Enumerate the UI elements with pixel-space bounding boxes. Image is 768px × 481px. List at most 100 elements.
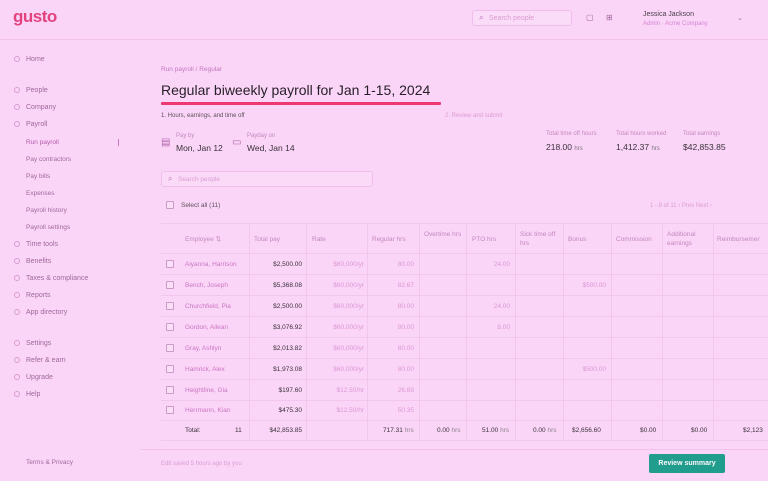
employee-name[interactable]: Gray, Ashlyn — [185, 345, 221, 352]
search-icon: ⌕ — [168, 174, 173, 183]
user-name[interactable]: Jessica Jackson — [643, 11, 694, 18]
bonus-input[interactable]: $500.00 — [566, 282, 607, 289]
sidebar-item-refer[interactable]: Refer & earn — [14, 357, 66, 364]
sidebar-item-payroll[interactable]: Payroll — [14, 121, 47, 128]
row-checkbox[interactable] — [166, 406, 174, 414]
table-border — [161, 223, 768, 224]
row-checkbox[interactable] — [166, 344, 174, 352]
col-pto-hrs: PTO hrs — [472, 236, 497, 243]
row-checkbox[interactable] — [166, 323, 174, 331]
review-summary-button[interactable]: Review summary — [649, 454, 725, 473]
sidebar-item-taxes[interactable]: Taxes & compliance — [14, 275, 88, 282]
employee-name[interactable]: Bench, Joseph — [185, 282, 228, 289]
totals-reimbursement: $2,123 — [743, 427, 763, 434]
sidebar-item-people[interactable]: People — [14, 87, 48, 94]
row-checkbox[interactable] — [166, 302, 174, 310]
chevron-down-icon[interactable]: ⌄ — [737, 14, 743, 22]
totals-pto: 51.00 hrs — [482, 427, 510, 434]
table-border — [161, 253, 768, 254]
totals-overtime: 0.00 hrs — [437, 427, 461, 434]
totals-bonus: $2,656.60 — [572, 427, 601, 434]
col-sick-hrs: Sick time off hrs — [520, 231, 556, 247]
sidebar-item-reports[interactable]: Reports — [14, 292, 51, 299]
col-reimbursement: Reimbursemer — [717, 236, 760, 243]
totals-commission: $0.00 — [640, 427, 657, 434]
payroll-icon — [14, 121, 20, 127]
home-icon — [14, 56, 20, 62]
breadcrumb[interactable]: Run payroll / Regular — [161, 66, 222, 73]
table-border — [161, 420, 768, 421]
upgrade-icon — [14, 374, 20, 380]
sidebar-item-company[interactable]: Company — [14, 104, 56, 111]
sidebar-item-payroll-settings[interactable]: Payroll settings — [26, 224, 70, 231]
employee-name[interactable]: Gordon, Ailean — [185, 324, 228, 331]
sidebar-item-upgrade[interactable]: Upgrade — [14, 374, 53, 381]
save-status: Edit saved 5 hours ago by you — [161, 461, 242, 467]
sidebar-item-home[interactable]: Home — [14, 56, 45, 63]
row-checkbox[interactable] — [166, 281, 174, 289]
row-checkbox[interactable] — [166, 365, 174, 373]
total-pay: $197.60 — [278, 387, 303, 394]
sidebar-item-expenses[interactable]: Expenses — [26, 190, 55, 197]
row-checkbox[interactable] — [166, 386, 174, 394]
sidebar-item-settings[interactable]: Settings — [14, 340, 51, 347]
total-pay: $1,973.08 — [273, 366, 302, 373]
regular-hrs-input[interactable]: 80.00 — [370, 303, 414, 310]
sidebar-item-benefits[interactable]: Benefits — [14, 258, 51, 265]
employee-name[interactable]: Herrmann, Kian — [185, 407, 231, 414]
pto-hrs-input[interactable]: 24.00 — [470, 303, 510, 310]
regular-hrs-input[interactable]: 50.35 — [370, 407, 414, 414]
col-employee[interactable]: Employee ⇅ — [185, 235, 221, 244]
gusto-logo[interactable]: gusto — [13, 7, 57, 27]
employee-name[interactable]: Churchfield, Pia — [185, 303, 231, 310]
select-all-checkbox[interactable] — [166, 201, 174, 209]
cash-icon: ▭ — [232, 137, 242, 148]
table-border — [515, 223, 516, 440]
step-review[interactable]: 2. Review and submit — [445, 113, 502, 119]
pto-hrs-input[interactable]: 24.00 — [470, 261, 510, 268]
sidebar-item-pay-bills[interactable]: Pay bills — [26, 173, 50, 180]
table-border — [662, 223, 663, 440]
regular-hrs-input[interactable]: 80.00 — [370, 261, 414, 268]
regular-hrs-input[interactable]: 80.00 — [370, 366, 414, 373]
employee-name[interactable]: Hamrick, Alex — [185, 366, 225, 373]
sidebar-item-payroll-history[interactable]: Payroll history — [26, 207, 67, 214]
table-border — [161, 295, 768, 296]
bonus-input[interactable]: $500.00 — [566, 366, 607, 373]
table-border — [713, 223, 714, 440]
rate: $12.50/hr — [336, 387, 364, 394]
rate: $60,000/yr — [333, 303, 364, 310]
notification-icon[interactable]: ▢ — [586, 13, 594, 22]
payday-value: Wed, Jan 14 — [247, 143, 295, 153]
refer-icon — [14, 357, 20, 363]
benefits-icon — [14, 258, 20, 264]
regular-hrs-input[interactable]: 82.67 — [370, 282, 414, 289]
pto-hrs-input[interactable]: 8.00 — [470, 324, 510, 331]
employee-search-placeholder: Search people — [178, 176, 220, 183]
company-icon — [14, 104, 20, 110]
employee-name[interactable]: Aiyanna, Harrison — [185, 261, 237, 268]
people-icon — [14, 87, 20, 93]
rate: $60,000/yr — [333, 261, 364, 268]
table-border — [466, 223, 467, 440]
regular-hrs-input[interactable]: 80.00 — [370, 345, 414, 352]
apps-icon — [14, 309, 20, 315]
pagination[interactable]: 1 - 8 of 11 ‹ Prev Next › — [650, 203, 712, 209]
rate: $12.50/hr — [336, 407, 364, 414]
totals-sick: 0.00 hrs — [533, 427, 557, 434]
terms-link[interactable]: Terms & Privacy — [26, 459, 73, 466]
stat-earnings: Total earnings $42,853.85 — [683, 131, 726, 152]
sidebar-item-time-tools[interactable]: Time tools — [14, 241, 58, 248]
employee-name[interactable]: Heightline, Gia — [185, 387, 228, 394]
row-checkbox[interactable] — [166, 260, 174, 268]
col-overtime-hrs: Overtime hrs — [424, 231, 462, 238]
sidebar-item-run-payroll[interactable]: Run payroll — [26, 139, 59, 146]
sidebar-item-app-directory[interactable]: App directory — [14, 309, 67, 316]
regular-hrs-input[interactable]: 26.88 — [370, 387, 414, 394]
sidebar-item-pay-contractors[interactable]: Pay contractors — [26, 156, 71, 163]
sidebar-item-help[interactable]: Help — [14, 391, 40, 398]
regular-hrs-input[interactable]: 80.00 — [370, 324, 414, 331]
global-search[interactable]: ⌕ Search people — [472, 10, 572, 26]
gift-icon[interactable]: ⊞ — [606, 13, 613, 22]
employee-search[interactable]: ⌕ Search people — [161, 171, 373, 187]
